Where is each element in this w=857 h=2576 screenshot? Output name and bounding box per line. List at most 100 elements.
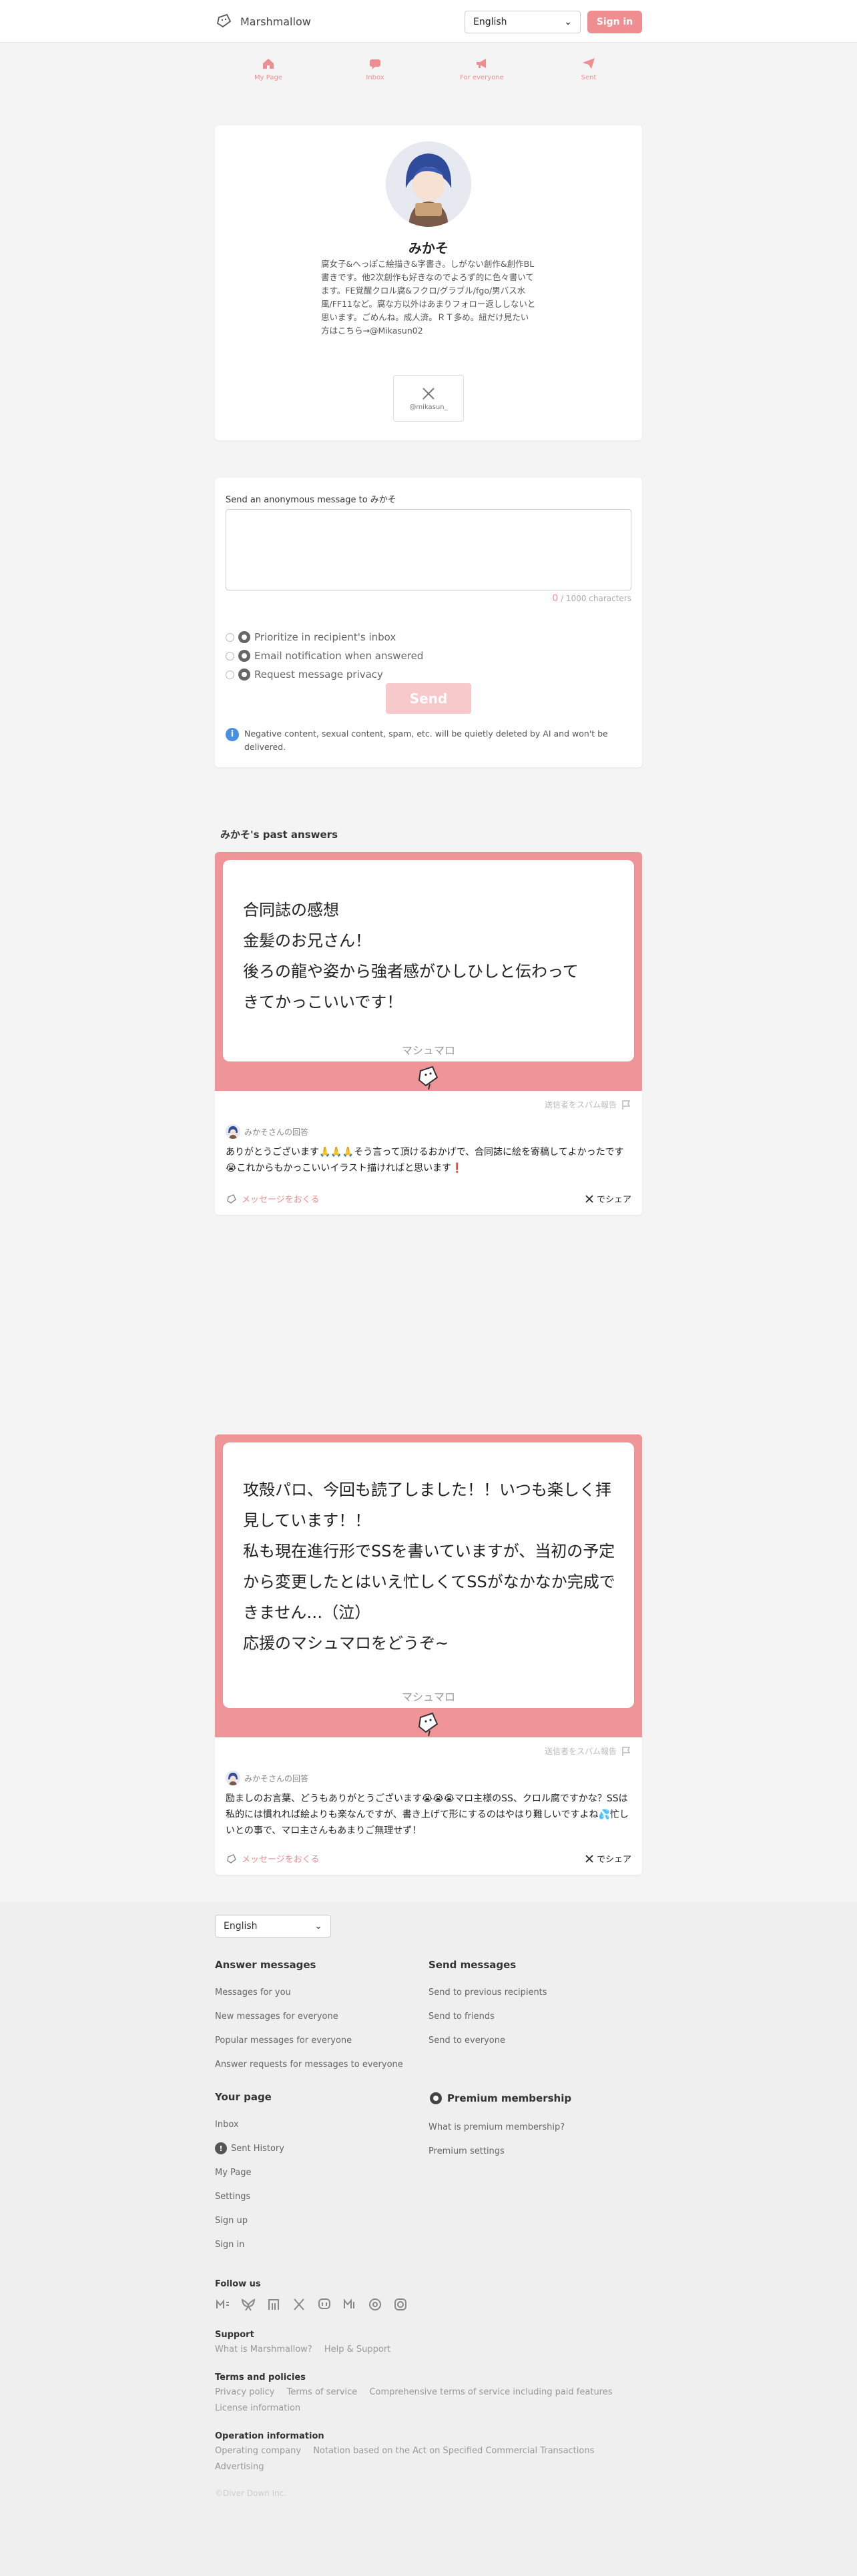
message-bubble: 攻殻パロ、今回も読了しました！！いつも楽しく拝見しています！！ 私も現在進行形で… [223,1442,634,1708]
footer-link[interactable]: New messages for everyone [215,2004,415,2028]
misskey-io-icon[interactable] [342,2296,358,2312]
premium-gear-icon [238,669,250,681]
info-icon: i [226,728,239,741]
marshmallow-logo-icon [227,1194,236,1204]
responder-header: みかそさんの回答 [226,1124,308,1139]
footer-link[interactable]: My Page [215,2160,415,2184]
footer-link[interactable]: What is premium membership? [429,2115,629,2139]
megaphone-icon [477,59,486,68]
send-message-link[interactable]: メッセージをおくる [226,1192,319,1205]
threads-icon[interactable] [367,2296,383,2312]
share-on-x-button[interactable]: でシェア [585,1192,631,1205]
option-label: Request message privacy [254,669,383,681]
responder-label: みかそさんの回答 [244,1127,309,1137]
footer-link[interactable]: Advertising [215,2462,264,2472]
note-icon[interactable] [266,2296,282,2312]
message-image[interactable]: 合同誌の感想 金髪のお兄さん！ 後ろの龍や姿から強者感がひしひしと伝わって きて… [215,852,642,1091]
message-form: Send an anonymous message to みかそ 0 / 100… [215,478,642,767]
tab-sent[interactable]: Sent [535,56,642,96]
language-value: English [224,1921,258,1931]
footer-link[interactable]: Sign up [215,2208,415,2232]
footer-page-column: Your page Inbox ! Sent History My Page Se… [215,2091,415,2256]
footer-link[interactable]: Send to friends [429,2004,629,2028]
tab-my-page[interactable]: My Page [215,56,322,96]
avatar-illustration [386,141,471,227]
tab-label: Inbox [366,74,384,81]
option-privacy[interactable]: Request message privacy [226,667,383,682]
spam-report-link[interactable]: 送信者をスパム報告 [545,1745,631,1757]
option-email-notification[interactable]: Email notification when answered [226,649,423,663]
misskey-icon[interactable] [215,2296,231,2312]
footer-link[interactable]: Settings [215,2184,415,2208]
footer-link[interactable]: Messages for you [215,1980,415,2004]
footer-link[interactable]: Privacy policy [215,2387,274,2397]
footer-link[interactable]: Popular messages for everyone [215,2028,415,2052]
mastodon-icon[interactable] [316,2296,332,2312]
footer-link[interactable]: License information [215,2403,300,2413]
footer-language-select[interactable]: English ⌄ [215,1915,331,1938]
top-bar: Marshmallow English ⌄ Sign in [0,0,857,43]
footer-link[interactable]: Sign in [215,2232,415,2256]
past-answers-title: みかそ's past answers [220,829,338,841]
logo[interactable]: Marshmallow [215,11,311,32]
footer-link[interactable]: Premium settings [429,2139,629,2163]
share-label: でシェア [596,1195,631,1205]
footer-link[interactable]: Help & Support [324,2344,390,2354]
language-select[interactable]: English ⌄ [465,11,581,33]
marshmallow-mascot-icon [418,1065,439,1090]
tab-for-everyone[interactable]: For everyone [429,56,535,96]
chevron-down-icon: ⌄ [564,17,572,27]
footer-heading: Send messages [429,1959,517,1971]
marshmallow-logo-icon [216,13,232,28]
bluesky-icon[interactable] [240,2296,256,2312]
char-count-value: 0 [552,593,559,604]
tab-inbox[interactable]: Inbox [322,56,429,96]
sign-in-button[interactable]: Sign in [587,11,642,33]
footer-link-sent-history[interactable]: ! Sent History [215,2136,415,2160]
footer-link[interactable]: What is Marshmallow? [215,2344,312,2354]
send-button[interactable]: Send [386,683,471,714]
message-image[interactable]: 攻殻パロ、今回も読了しました！！いつも楽しく拝見しています！！ 私も現在進行形で… [215,1434,642,1737]
footer: English ⌄ Answer messages Messages for y… [0,1901,857,2576]
footer-link[interactable]: Answer requests for messages to everyone [215,2052,415,2076]
share-on-x-button[interactable]: でシェア [585,1852,631,1865]
reply-text: ありがとうございます🙏🙏🙏そう言って頂けるおかげで、合同誌に絵を寄稿してよかった… [226,1147,624,1174]
footer-premium-column: Premium membership What is premium membe… [429,2091,629,2163]
tab-label: Sent [581,74,597,81]
flag-icon [622,1746,631,1756]
marshmallow-mascot-icon [418,1712,439,1737]
footer-heading: Your page [215,2091,272,2103]
support-links: What is Marshmallow? Help & Support [215,2342,642,2358]
x-handle: @mikasun_ [409,403,448,411]
tab-label: My Page [254,74,282,81]
option-prioritize[interactable]: Prioritize in recipient's inbox [226,630,396,645]
spam-report-link[interactable]: 送信者をスパム報告 [545,1099,631,1110]
x-profile-link[interactable]: @mikasun_ [393,375,464,422]
checkbox[interactable] [226,670,234,679]
footer-link[interactable]: Send to previous recipients [429,1980,629,2004]
footer-link-label: Sent History [231,2143,284,2154]
copyright: ©Diver Down Inc. [215,2489,287,2498]
avatar[interactable] [386,141,471,227]
footer-link[interactable]: Send to everyone [429,2028,629,2052]
checkbox[interactable] [226,632,234,642]
footer-link[interactable]: Comprehensive terms of service including… [369,2387,612,2397]
footer-link[interactable]: Notation based on the Act on Specified C… [313,2446,594,2456]
home-icon [263,59,274,69]
footer-link[interactable]: Operating company [215,2446,301,2456]
checkbox[interactable] [226,651,234,661]
language-value: English [473,17,507,27]
footer-heading: Premium membership [429,2091,629,2106]
tab-label: For everyone [460,74,504,81]
send-message-link[interactable]: メッセージをおくる [226,1852,319,1865]
send-message-label: メッセージをおくる [242,1855,320,1865]
x-icon[interactable] [291,2296,307,2312]
avatar [226,1771,240,1785]
footer-link[interactable]: Terms of service [287,2387,358,2397]
message-textarea[interactable] [226,509,631,590]
message-brand: マシュマロ [401,1691,455,1703]
answer-card: 攻殻パロ、今回も読了しました！！いつも楽しく拝見しています！！ 私も現在進行形で… [215,1434,642,1875]
x-icon [585,1854,593,1863]
footer-link[interactable]: Inbox [215,2112,415,2136]
instagram-icon[interactable] [392,2296,408,2312]
